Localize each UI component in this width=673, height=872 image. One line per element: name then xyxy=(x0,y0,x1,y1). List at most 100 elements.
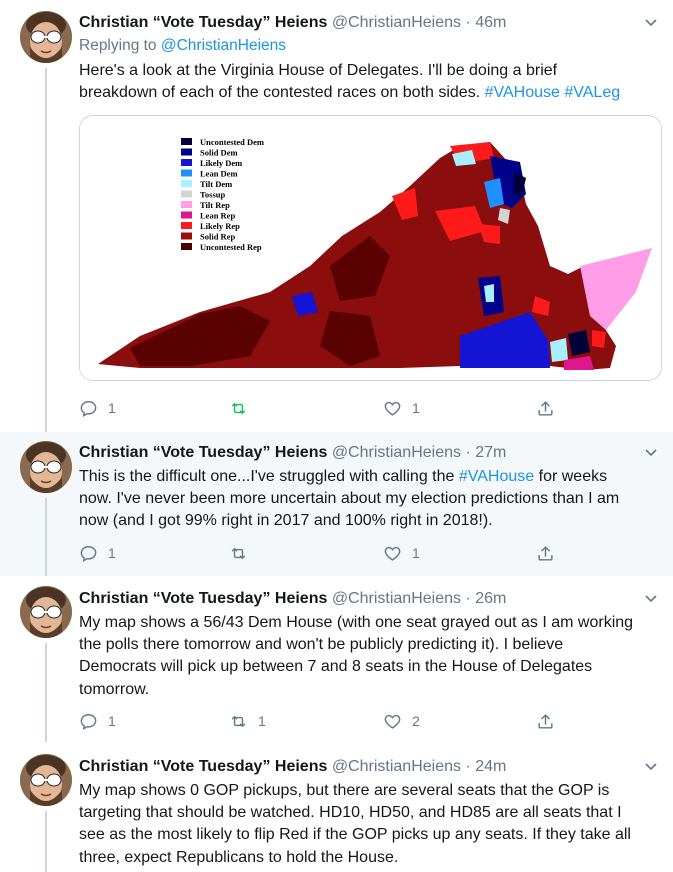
retweet-button[interactable] xyxy=(229,543,258,563)
share-button[interactable] xyxy=(536,711,555,731)
tweet-text: My map shows a 56/43 Dem House (with one… xyxy=(79,612,663,701)
text-line: Here's a look at the Virginia House of D… xyxy=(79,62,558,79)
tweet-header: Christian “Vote Tuesday” Heiens @Christi… xyxy=(79,13,506,33)
map-region-tilt-dem xyxy=(550,338,568,362)
hashtag-link[interactable]: #VALeg xyxy=(564,84,620,101)
legend-label: Likely Dem xyxy=(200,158,242,168)
share-icon xyxy=(538,400,553,416)
legend-label: Solid Rep xyxy=(200,232,235,242)
heart-icon xyxy=(384,714,401,729)
retweet-icon xyxy=(231,547,246,559)
chevron-down-icon[interactable] xyxy=(643,15,659,31)
avatar[interactable] xyxy=(20,11,72,63)
retweet-icon xyxy=(231,402,246,414)
legend-label: Likely Rep xyxy=(200,221,240,231)
tweet-header: Christian “Vote Tuesday” Heiens @Christi… xyxy=(79,443,506,463)
text-line: tomorrow. xyxy=(79,680,150,698)
map-region-uncontested-dem xyxy=(568,330,590,356)
like-button[interactable]: 2 xyxy=(383,711,420,731)
text-fragment: breakdown of each of the contested races… xyxy=(79,84,481,102)
tweet-header: Christian “Vote Tuesday” Heiens @Christi… xyxy=(79,589,506,609)
text-line: now (and I got 99% right in 2017 and 100… xyxy=(79,512,493,530)
display-name[interactable]: Christian “Vote Tuesday” Heiens xyxy=(79,758,327,775)
legend-label: Solid Dem xyxy=(200,148,238,158)
timestamp[interactable]: 27m xyxy=(475,444,506,461)
separator: · xyxy=(465,590,471,607)
timestamp[interactable]: 46m xyxy=(475,14,506,31)
chevron-down-icon[interactable] xyxy=(643,591,659,607)
tweet-4[interactable]: Christian “Vote Tuesday” Heiens @Christi… xyxy=(0,742,673,872)
separator: · xyxy=(465,14,471,31)
legend-label: Tossup xyxy=(200,190,225,200)
display-name[interactable]: Christian “Vote Tuesday” Heiens xyxy=(79,444,327,461)
reply-icon xyxy=(80,713,97,730)
thread-line xyxy=(45,68,47,432)
hashtag-link[interactable]: #VAHouse xyxy=(459,468,534,485)
like-button[interactable]: 1 xyxy=(383,543,420,563)
text-fragment: This is the difficult one...I've struggl… xyxy=(79,468,455,485)
text-line: now. I've never been more uncertain abou… xyxy=(79,490,620,508)
map-image[interactable]: Uncontested Dem Solid Dem Likely Dem Lea… xyxy=(79,115,662,381)
replying-prefix: Replying to xyxy=(79,37,157,54)
timestamp[interactable]: 26m xyxy=(475,590,506,607)
heart-icon xyxy=(384,401,401,416)
text-line: This is the difficult one...I've struggl… xyxy=(79,466,663,488)
tweet-3[interactable]: Christian “Vote Tuesday” Heiens @Christi… xyxy=(0,576,673,742)
tweet-header: Christian “Vote Tuesday” Heiens @Christi… xyxy=(79,757,506,777)
tweet-1[interactable]: Christian “Vote Tuesday” Heiens @Christi… xyxy=(0,0,673,432)
like-button[interactable]: 1 xyxy=(383,398,420,418)
like-count: 2 xyxy=(412,713,420,729)
share-button[interactable] xyxy=(536,543,555,563)
retweet-button[interactable] xyxy=(229,398,258,418)
thread-line xyxy=(45,643,47,742)
text-fragment: for weeks xyxy=(538,468,608,485)
chevron-down-icon[interactable] xyxy=(643,445,659,461)
like-count: 1 xyxy=(412,545,420,561)
text-line: Democrats will pick up between 7 and 8 s… xyxy=(79,658,593,676)
chevron-down-icon[interactable] xyxy=(643,759,659,775)
avatar[interactable] xyxy=(20,586,72,638)
avatar[interactable] xyxy=(20,754,72,806)
reply-icon xyxy=(80,545,97,562)
text-line: breakdown of each of the contested races… xyxy=(79,82,663,104)
tweet-actions: 1 1 2 xyxy=(79,711,559,731)
tweet-actions: 1 1 xyxy=(79,543,559,563)
text-line: three, expect Republicans to hold the Ho… xyxy=(79,848,399,866)
separator: · xyxy=(465,444,471,461)
text-line: see as the most likely to flip Red if th… xyxy=(79,826,631,844)
text-line: the polls there tomorrow and won't be pu… xyxy=(79,636,564,654)
replying-handle-link[interactable]: @ChristianHeiens xyxy=(161,37,286,54)
share-icon xyxy=(538,545,553,561)
heart-icon xyxy=(384,546,401,561)
display-name[interactable]: Christian “Vote Tuesday” Heiens xyxy=(79,590,327,607)
tweet-text: This is the difficult one...I've struggl… xyxy=(79,466,663,533)
handle[interactable]: @ChristianHeiens xyxy=(332,758,461,775)
text-line: My map shows 0 GOP pickups, but there ar… xyxy=(79,782,610,799)
like-count: 1 xyxy=(412,400,420,416)
handle[interactable]: @ChristianHeiens xyxy=(332,14,461,31)
share-button[interactable] xyxy=(536,398,555,418)
share-icon xyxy=(538,713,553,729)
timestamp[interactable]: 24m xyxy=(475,758,506,775)
reply-button[interactable]: 1 xyxy=(79,711,116,731)
map-region-likely-rep xyxy=(592,330,606,348)
reply-button[interactable]: 1 xyxy=(79,398,116,418)
reply-count: 1 xyxy=(108,400,116,416)
text-line: targeting that should be watched. HD10, … xyxy=(79,804,622,822)
thread-line xyxy=(45,811,47,872)
hashtag-link[interactable]: #VAHouse xyxy=(485,84,560,101)
retweet-button[interactable]: 1 xyxy=(229,711,266,731)
handle[interactable]: @ChristianHeiens xyxy=(332,590,461,607)
reply-button[interactable]: 1 xyxy=(79,543,116,563)
legend-label: Tilt Rep xyxy=(200,200,230,210)
legend-label: Tilt Dem xyxy=(200,179,232,189)
avatar[interactable] xyxy=(20,441,72,493)
legend-label: Uncontested Rep xyxy=(200,242,262,252)
legend-label: Uncontested Dem xyxy=(200,137,264,147)
handle[interactable]: @ChristianHeiens xyxy=(332,444,461,461)
display-name[interactable]: Christian “Vote Tuesday” Heiens xyxy=(79,14,327,31)
tweet-2[interactable]: Christian “Vote Tuesday” Heiens @Christi… xyxy=(0,432,673,576)
tweet-text: My map shows 0 GOP pickups, but there ar… xyxy=(79,780,663,869)
thread-line xyxy=(45,498,47,576)
legend-label: Lean Dem xyxy=(200,169,238,179)
